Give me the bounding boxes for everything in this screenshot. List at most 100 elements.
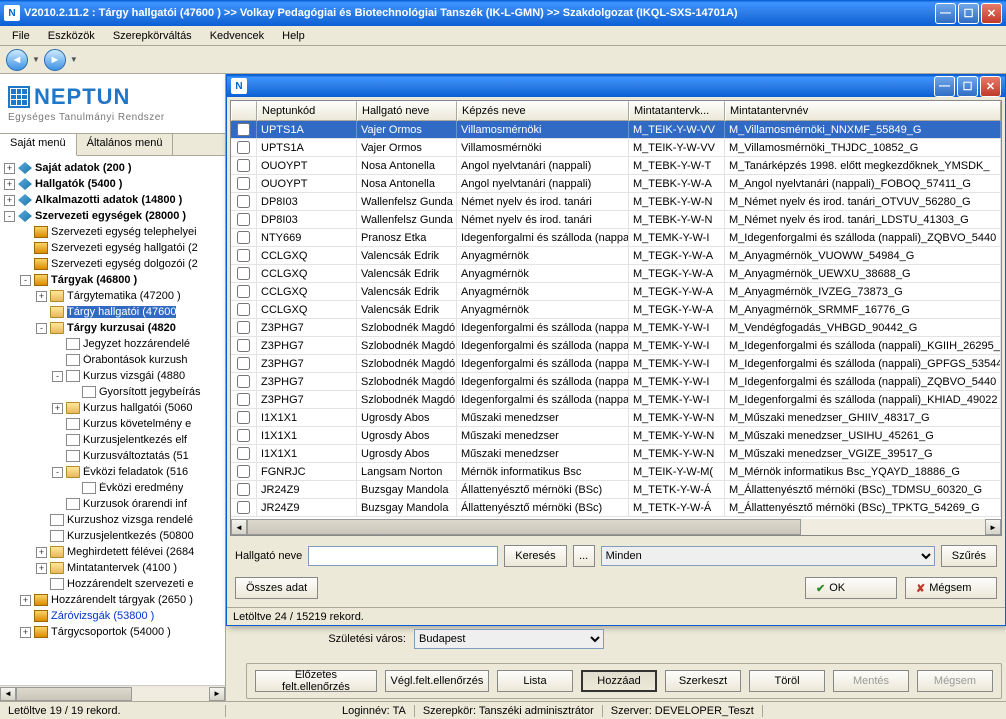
row-checkbox[interactable]: [237, 483, 250, 496]
table-row[interactable]: CCLGXQValencsák EdrikAnyagmérnökM_TEGK-Y…: [231, 301, 1001, 319]
dialog-maximize-button[interactable]: ☐: [957, 76, 978, 97]
table-row[interactable]: UPTS1AVajer OrmosVillamosmérnökiM_TEIK-Y…: [231, 139, 1001, 157]
tree-expander[interactable]: +: [36, 563, 47, 574]
tree-node[interactable]: +Alkalmazotti adatok (14800 ): [2, 192, 223, 208]
tree-node[interactable]: Kurzusjelentkezés elf: [2, 432, 223, 448]
tab-general-menu[interactable]: Általános menü: [77, 134, 174, 155]
tree-node[interactable]: Szervezeti egység telephelyei: [2, 224, 223, 240]
row-checkbox[interactable]: [237, 177, 250, 190]
nav-back-button[interactable]: ◄: [6, 49, 28, 71]
grid-scroll-right-icon[interactable]: ►: [985, 519, 1001, 535]
birth-city-select[interactable]: Budapest: [414, 629, 604, 649]
filter-input[interactable]: [308, 546, 498, 566]
tree-node[interactable]: +Kurzus hallgatói (5060: [2, 400, 223, 416]
row-checkbox[interactable]: [237, 303, 250, 316]
table-row[interactable]: FGNRJCLangsam NortonMérnök informatikus …: [231, 463, 1001, 481]
filter-button[interactable]: Szűrés: [941, 545, 997, 567]
dialog-titlebar[interactable]: N — ☐ ✕: [227, 75, 1005, 97]
dialog-minimize-button[interactable]: —: [934, 76, 955, 97]
row-checkbox[interactable]: [237, 375, 250, 388]
table-row[interactable]: I1X1X1Ugrosdy AbosMűszaki menedzserM_TEM…: [231, 445, 1001, 463]
tree-expander[interactable]: +: [20, 627, 31, 638]
nav-back-dropdown[interactable]: ▼: [32, 55, 40, 64]
tree-node[interactable]: -Tárgy kurzusai (4820: [2, 320, 223, 336]
table-row[interactable]: Z3PHG7Szlobodnék MagdóIdegenforgalmi és …: [231, 355, 1001, 373]
row-checkbox[interactable]: [237, 231, 250, 244]
tree-node[interactable]: Évközi eredmény: [2, 480, 223, 496]
bottom-cancel-button[interactable]: Mégsem: [917, 670, 993, 692]
maximize-button[interactable]: ☐: [958, 3, 979, 24]
col-mintatantervnev[interactable]: Mintatantervnév: [725, 101, 1001, 121]
save-button[interactable]: Mentés: [833, 670, 909, 692]
ok-button[interactable]: ✔OK: [805, 577, 897, 599]
tree-expander[interactable]: +: [4, 179, 15, 190]
tree-expander[interactable]: -: [4, 211, 15, 222]
menu-favorites[interactable]: Kedvencek: [202, 28, 272, 44]
tree-node[interactable]: Kurzusok órarendi inf: [2, 496, 223, 512]
table-row[interactable]: Z3PHG7Szlobodnék MagdóIdegenforgalmi és …: [231, 337, 1001, 355]
col-neptunkod[interactable]: Neptunkód: [257, 101, 357, 121]
row-checkbox[interactable]: [237, 429, 250, 442]
tree-node[interactable]: Tárgy hallgatói (47600: [2, 304, 223, 320]
table-row[interactable]: DP8I03Wallenfelsz GundaNémet nyelv és ir…: [231, 211, 1001, 229]
row-checkbox[interactable]: [237, 141, 250, 154]
tree-expander[interactable]: +: [20, 595, 31, 606]
close-button[interactable]: ✕: [981, 3, 1002, 24]
grid-scroll-left-icon[interactable]: ◄: [231, 519, 247, 535]
tree-node[interactable]: +Hallgatók (5400 ): [2, 176, 223, 192]
tree-node[interactable]: Hozzárendelt szervezeti e: [2, 576, 223, 592]
tree-node[interactable]: Szervezeti egység dolgozói (2: [2, 256, 223, 272]
tree-node[interactable]: Szervezeti egység hallgatói (2: [2, 240, 223, 256]
filter-more-button[interactable]: ...: [573, 545, 595, 567]
edit-button[interactable]: Szerkeszt: [665, 670, 741, 692]
tree-expander[interactable]: -: [52, 467, 63, 478]
nav-forward-button[interactable]: ►: [44, 49, 66, 71]
row-checkbox[interactable]: [237, 501, 250, 514]
finalcheck-button[interactable]: Végl.felt.ellenőrzés: [385, 670, 489, 692]
table-row[interactable]: Z3PHG7Szlobodnék MagdóIdegenforgalmi és …: [231, 391, 1001, 409]
tree-node[interactable]: -Kurzus vizsgái (4880: [2, 368, 223, 384]
tree-node[interactable]: -Tárgyak (46800 ): [2, 272, 223, 288]
col-checkbox[interactable]: [231, 101, 257, 121]
tree-hscroll[interactable]: ◄ ►: [0, 685, 225, 701]
row-checkbox[interactable]: [237, 267, 250, 280]
row-checkbox[interactable]: [237, 447, 250, 460]
all-data-button[interactable]: Összes adat: [235, 577, 318, 599]
row-checkbox[interactable]: [237, 339, 250, 352]
menu-help[interactable]: Help: [274, 28, 313, 44]
row-checkbox[interactable]: [237, 123, 250, 136]
tree-node[interactable]: Órabontások kurzush: [2, 352, 223, 368]
tree-expander[interactable]: -: [36, 323, 47, 334]
table-row[interactable]: CCLGXQValencsák EdrikAnyagmérnökM_TEGK-Y…: [231, 283, 1001, 301]
tree-expander[interactable]: -: [52, 371, 63, 382]
tree-node[interactable]: -Szervezeti egységek (28000 ): [2, 208, 223, 224]
nav-forward-dropdown[interactable]: ▼: [70, 55, 78, 64]
row-checkbox[interactable]: [237, 465, 250, 478]
tab-own-menu[interactable]: Saját menü: [0, 134, 77, 156]
table-row[interactable]: UPTS1AVajer OrmosVillamosmérnökiM_TEIK-Y…: [231, 121, 1001, 139]
nav-tree[interactable]: +Saját adatok (200 )+Hallgatók (5400 )+A…: [0, 156, 225, 685]
menu-tools[interactable]: Eszközök: [40, 28, 103, 44]
col-kepzes-neve[interactable]: Képzés neve: [457, 101, 629, 121]
delete-button[interactable]: Töröl: [749, 670, 825, 692]
table-row[interactable]: JR24Z9Buzsgay MandolaÁllattenyésztő mérn…: [231, 481, 1001, 499]
tree-node[interactable]: +Meghirdetett félévei (2684: [2, 544, 223, 560]
grid-body[interactable]: UPTS1AVajer OrmosVillamosmérnökiM_TEIK-Y…: [231, 121, 1001, 519]
table-row[interactable]: OUOYPTNosa AntonellaAngol nyelvtanári (n…: [231, 157, 1001, 175]
table-row[interactable]: OUOYPTNosa AntonellaAngol nyelvtanári (n…: [231, 175, 1001, 193]
grid-scroll-thumb[interactable]: [247, 519, 801, 535]
tree-expander[interactable]: +: [36, 547, 47, 558]
add-button[interactable]: Hozzáad: [581, 670, 657, 692]
scroll-right-icon[interactable]: ►: [209, 687, 225, 701]
table-row[interactable]: I1X1X1Ugrosdy AbosMűszaki menedzserM_TEM…: [231, 427, 1001, 445]
row-checkbox[interactable]: [237, 357, 250, 370]
row-checkbox[interactable]: [237, 411, 250, 424]
tree-expander[interactable]: +: [36, 291, 47, 302]
row-checkbox[interactable]: [237, 213, 250, 226]
tree-node[interactable]: -Évközi feladatok (516: [2, 464, 223, 480]
tree-node[interactable]: +Tárgytematika (47200 ): [2, 288, 223, 304]
tree-node[interactable]: Záróvizsgák (53800 ): [2, 608, 223, 624]
tree-expander[interactable]: +: [4, 163, 15, 174]
table-row[interactable]: CCLGXQValencsák EdrikAnyagmérnökM_TEGK-Y…: [231, 247, 1001, 265]
minimize-button[interactable]: —: [935, 3, 956, 24]
